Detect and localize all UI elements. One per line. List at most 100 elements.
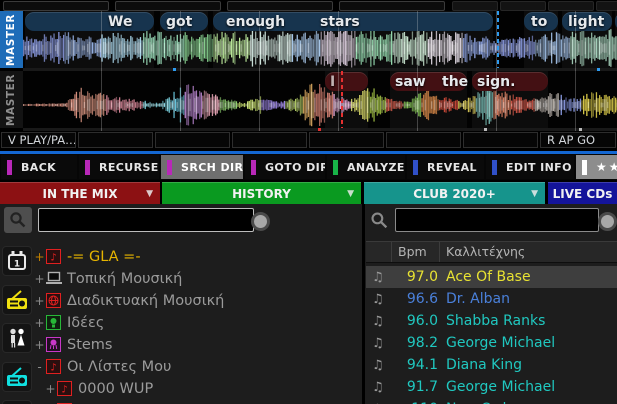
tab-label: IN THE MIX — [43, 187, 118, 201]
deck-1-playhead — [497, 11, 499, 68]
tree-item[interactable]: +Stems — [34, 334, 113, 355]
tab-label: HISTORY — [232, 187, 291, 201]
tree-item[interactable]: +♪-= GLA =- — [34, 246, 141, 267]
mapping-slot[interactable]: V PLAY/PA… — [1, 132, 76, 148]
mapping-slot[interactable] — [155, 132, 230, 148]
button-srch-dir[interactable]: SRCH DIR — [161, 155, 243, 179]
deck-1-waveform[interactable]: Wegotenoughstarstolightthe — [23, 11, 617, 68]
lyric-word: saw — [395, 74, 426, 90]
tab-live-cds[interactable]: LIVE CDs — [548, 182, 617, 204]
folder-search-input[interactable] — [38, 208, 254, 232]
track-row[interactable]: ♫91.7George Michael — [366, 376, 617, 398]
mapping-slot[interactable] — [232, 132, 307, 148]
button-label: RECURSE — [99, 161, 159, 174]
tree-item[interactable]: +Διαδικτυακή Μουσική — [34, 290, 224, 311]
button-reveal[interactable]: REVEAL — [407, 155, 484, 179]
track-row[interactable]: ♫96.6Dr. Alban — [366, 288, 617, 310]
mapping-slot[interactable] — [386, 132, 461, 148]
panel-divider — [362, 204, 365, 404]
svg-text:1: 1 — [14, 260, 20, 270]
track-search-input[interactable] — [395, 208, 599, 232]
hotcue-slot[interactable] — [115, 1, 221, 11]
button-back[interactable]: BACK — [1, 155, 77, 179]
music-note-icon: ♫ — [372, 336, 392, 351]
lyric-word: enough — [226, 14, 285, 30]
tree-item[interactable]: +Τοπική Μουσική — [34, 268, 182, 289]
button-analyze[interactable]: ANALYZE — [327, 155, 405, 179]
radio-cyan-icon[interactable] — [2, 362, 32, 392]
tree-item[interactable]: +♪0000 WUP — [45, 378, 153, 399]
track-row[interactable]: ♫110New Order — [366, 398, 617, 404]
hotcue-slot[interactable] — [548, 1, 594, 11]
deck-2-master-tab[interactable]: MASTER — [0, 71, 23, 128]
tree-expander[interactable]: + — [45, 382, 56, 396]
column-artist[interactable]: Καλλιτέχνης — [440, 242, 617, 262]
calendar-icon[interactable]: 1 — [2, 246, 32, 276]
deck-2-waveform[interactable]: Isawthe sign. — [23, 71, 617, 128]
tree-item[interactable]: +♪0010 In The Mix — [45, 400, 194, 404]
partial-icon[interactable] — [2, 400, 32, 404]
tree-expander[interactable]: + — [34, 250, 45, 264]
track-row[interactable]: ♫97.0Ace Of Base — [366, 266, 617, 288]
music-note-icon: ♫ — [372, 380, 392, 395]
button-edit-info[interactable]: EDIT INFO — [486, 155, 574, 179]
music-note-icon: ♫ — [372, 358, 392, 373]
tab-in-the-mix[interactable]: IN THE MIX ▼ — [0, 182, 160, 204]
search-icon[interactable] — [4, 207, 32, 233]
hotcue-slot[interactable] — [227, 1, 333, 11]
button-recurse[interactable]: RECURSE — [79, 155, 159, 179]
hotcue-slot[interactable] — [452, 1, 498, 11]
button-label: REVEAL — [427, 161, 477, 174]
svg-text:♪: ♪ — [61, 385, 67, 396]
deck-1-master-tab[interactable]: MASTER — [0, 11, 23, 68]
chevron-down-icon[interactable]: ▼ — [146, 189, 153, 199]
hotcue-slot[interactable] — [339, 1, 445, 11]
library-browser: 1 +♪-= GLA =-+Τοπική Μουσική+Διαδικτυακή… — [0, 204, 617, 404]
button-color-bar — [333, 160, 338, 175]
column-icon[interactable] — [366, 242, 392, 262]
track-row[interactable]: ♫96.0Shabba Ranks — [366, 310, 617, 332]
mapping-slot[interactable] — [463, 132, 538, 148]
search-option-button[interactable] — [251, 212, 270, 231]
rating-stars-button[interactable]: ★★★★ — [576, 155, 617, 179]
track-row[interactable]: ♫98.2George Michael — [366, 332, 617, 354]
track-artist: Ace Of Base — [446, 269, 531, 285]
tree-expander[interactable]: - — [34, 360, 45, 374]
tree-expander[interactable]: + — [34, 272, 45, 286]
chevron-down-icon[interactable]: ▼ — [531, 189, 538, 199]
deck-2: MASTER Isawthe sign. — [0, 71, 617, 128]
lyric-word: the — [442, 74, 468, 90]
chevron-down-icon[interactable]: ▼ — [347, 189, 354, 199]
hotcue-slot[interactable] — [500, 1, 546, 11]
column-bpm[interactable]: Bpm — [392, 242, 440, 262]
lyric-word: sign. — [477, 74, 515, 90]
music-note-icon: ♫ — [372, 292, 392, 307]
tab-history[interactable]: HISTORY ▼ — [162, 182, 361, 204]
tab-club-2020-[interactable]: CLUB 2020+▼ — [364, 182, 545, 204]
button-color-bar — [413, 160, 418, 175]
mapping-slot[interactable] — [309, 132, 384, 148]
tree-item[interactable]: +Ιδέες — [34, 312, 104, 333]
lyric-word: stars — [320, 14, 360, 30]
hotcue-slot[interactable] — [596, 1, 617, 11]
music-note-icon: ♫ — [372, 314, 392, 329]
tree-expander[interactable]: + — [34, 316, 45, 330]
search-option-button[interactable] — [598, 212, 617, 231]
mapping-slot[interactable]: R AP GO — [540, 132, 616, 148]
radio-yellow-icon[interactable] — [2, 285, 32, 315]
lyric-word: I — [330, 74, 335, 90]
mapping-slot[interactable] — [78, 132, 153, 148]
hotcue-slot[interactable] — [3, 1, 109, 11]
track-row[interactable]: ♫94.1Diana King — [366, 354, 617, 376]
button-color-bar — [251, 160, 256, 175]
tree-item[interactable]: -♪Οι Λίστες Μου — [34, 356, 171, 377]
tree-expander[interactable]: + — [34, 338, 45, 352]
tree-expander[interactable]: + — [34, 294, 45, 308]
hotcue-strip — [0, 0, 617, 11]
wedding-couple-icon[interactable] — [2, 323, 32, 353]
browser-button-row: BACK RECURSESRCH DIRGOTO DIRANALYZE REVEAL… — [0, 154, 617, 180]
search-icon — [370, 211, 389, 234]
music-note-icon: ♫ — [372, 270, 392, 285]
svg-text:♪: ♪ — [50, 253, 56, 264]
button-goto-dir[interactable]: GOTO DIR — [245, 155, 325, 179]
